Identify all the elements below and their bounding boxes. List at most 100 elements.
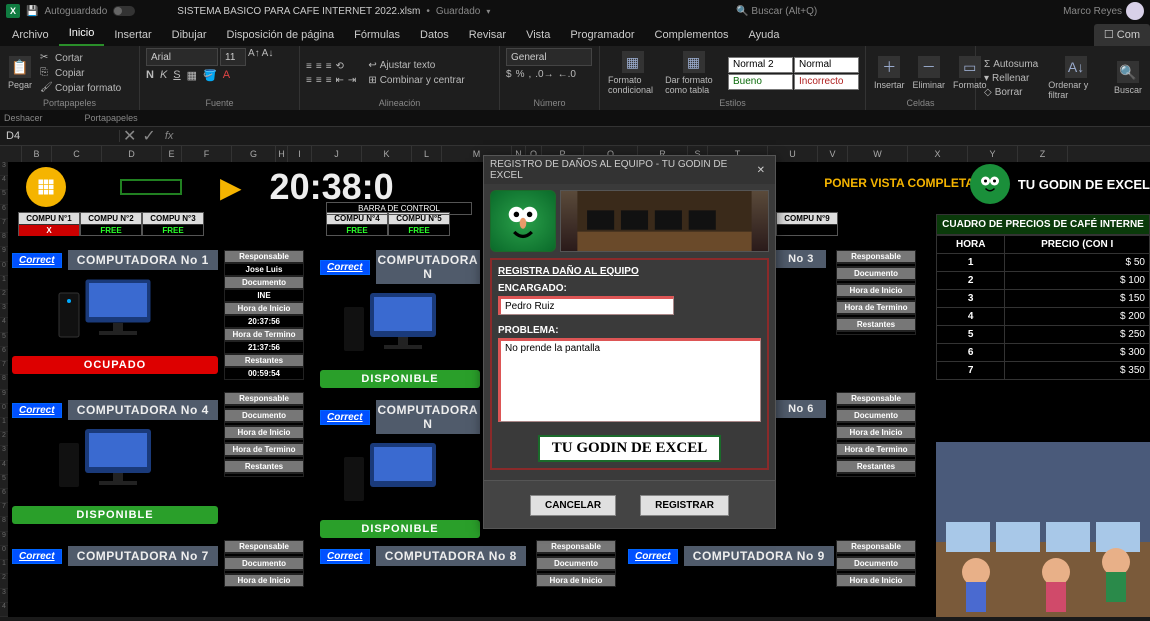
titlebar: X 💾 Autoguardado SISTEMA BASICO PARA CAF… [0,0,1150,22]
clipboard-launcher-label[interactable]: Portapapeles [85,113,138,123]
underline-button[interactable]: S [173,69,180,82]
pc-panel-3: No 3 [776,250,826,268]
tab-datos[interactable]: Datos [410,25,459,46]
cell-style-good[interactable]: Bueno [728,74,793,90]
copy-button[interactable]: ⎘Copiar [38,66,123,80]
excel-icon: X [6,4,20,18]
selection-indicator [120,179,182,195]
align-right-icon[interactable]: ≡ [326,75,332,86]
search-icon: 🔍 [1117,61,1139,83]
sort-filter-button[interactable]: A↓Ordenar y filtrar [1046,56,1106,100]
bold-button[interactable]: N [146,69,154,82]
paste-button[interactable]: 📋 Pegar [6,56,34,90]
dec-decimal-icon[interactable]: ←.0 [558,69,576,80]
tab-formulas[interactable]: Fórmulas [344,25,410,46]
correct-button-8[interactable]: Correct [320,549,370,564]
orientation-icon[interactable]: ⟲ [336,61,344,72]
pc7-side-info: Responsable Documento Hora de Inicio [224,540,304,587]
fx-accept-icon[interactable]: ✓ [139,126,158,146]
decrease-font-icon[interactable]: A↓ [262,48,274,66]
cell-style-bad[interactable]: Incorrecto [794,74,859,90]
increase-font-icon[interactable]: A↑ [248,48,260,66]
currency-icon[interactable]: $ [506,69,512,80]
control-bar-label: BARRA DE CONTROL [326,202,472,215]
user-avatar[interactable] [1126,2,1144,20]
play-button[interactable]: ▶ [220,171,242,204]
name-box[interactable]: D4 [0,130,120,142]
autosum-button[interactable]: Σ Autosuma [982,58,1040,71]
modal-close-button[interactable]: ✕ [753,165,769,176]
correct-button-2[interactable]: Correct [320,260,370,275]
indent-inc-icon[interactable]: ⇥ [348,75,356,86]
tab-dibujar[interactable]: Dibujar [162,25,217,46]
modal-logo [490,190,556,252]
insert-cells-button[interactable]: ＋Insertar [872,56,907,90]
damage-report-modal: REGISTRO DE DAÑOS AL EQUIPO - TU GODIN D… [483,155,776,529]
pc-image-5 [320,438,480,516]
format-painter-button[interactable]: 🖌Copiar formato [38,81,123,95]
font-size-select[interactable] [220,48,246,66]
autosave-toggle[interactable] [113,6,135,16]
number-format-select[interactable] [506,48,592,66]
problema-textarea[interactable] [498,338,761,422]
save-icon[interactable]: 💾 [26,6,38,17]
pc-panel-9: Correct COMPUTADORA No 9 [628,546,834,566]
cut-button[interactable]: ✂Cortar [38,51,123,65]
correct-button-4[interactable]: Correct [12,403,62,418]
correct-button-7[interactable]: Correct [12,549,62,564]
align-center-icon[interactable]: ≡ [316,75,322,86]
username: Marco Reyes [1063,6,1122,17]
tab-archivo[interactable]: Archivo [2,25,59,46]
delete-cells-button[interactable]: －Eliminar [911,56,948,90]
fill-color-button[interactable]: 🪣 [203,69,217,82]
align-bot-icon[interactable]: ≡ [326,61,332,72]
cell-style-normal2[interactable]: Normal 2 [728,57,793,73]
search-box[interactable]: 🔍 Buscar (Alt+Q) [627,6,927,17]
wrap-text-button[interactable]: ↩ Ajustar texto [366,59,466,72]
align-top-icon[interactable]: ≡ [306,61,312,72]
tab-revisar[interactable]: Revisar [459,25,516,46]
italic-button[interactable]: K [160,69,167,82]
pc-title-2: COMPUTADORA N [376,250,480,284]
conditional-format-button[interactable]: ▦Formato condicional [606,51,659,95]
sort-icon: A↓ [1065,56,1087,78]
border-button[interactable]: ▦ [187,69,197,82]
cell-style-normal[interactable]: Normal [794,57,859,73]
tab-complementos[interactable]: Complementos [645,25,739,46]
find-select-button[interactable]: 🔍Buscar [1112,61,1144,95]
cancel-button[interactable]: CANCELAR [530,495,616,516]
full-view-button[interactable]: PONER VISTA COMPLETA [824,176,974,190]
menu-button[interactable] [26,167,66,207]
percent-icon[interactable]: % [516,69,525,80]
comma-icon[interactable]: , [528,69,531,80]
merge-center-button[interactable]: ⊞ Combinar y centrar [366,74,466,87]
indent-dec-icon[interactable]: ⇤ [336,75,344,86]
brand-logo [970,164,1010,204]
font-name-select[interactable] [146,48,218,66]
tab-insertar[interactable]: Insertar [104,25,161,46]
price-row: 2$ 100 [937,272,1150,290]
register-button[interactable]: REGISTRAR [640,495,729,516]
tab-vista[interactable]: Vista [516,25,560,46]
correct-button-5[interactable]: Correct [320,410,370,425]
pc-title-4: COMPUTADORA No 4 [68,400,218,420]
correct-button-9[interactable]: Correct [628,549,678,564]
pc1-side-info: ResponsableJose Luis DocumentoINE Hora d… [224,250,304,380]
encargado-input[interactable] [498,296,674,315]
font-color-button[interactable]: A [223,69,230,82]
align-left-icon[interactable]: ≡ [306,75,312,86]
align-mid-icon[interactable]: ≡ [316,61,322,72]
clear-button[interactable]: ◇ Borrar [982,86,1040,99]
tab-programador[interactable]: Programador [560,25,644,46]
tab-inicio[interactable]: Inicio [59,23,105,46]
fx-cancel-icon[interactable]: ✕ [120,126,139,146]
comments-button[interactable]: ☐ Com [1094,24,1150,46]
correct-button-1[interactable]: Correct [12,253,62,268]
tab-disposicion[interactable]: Disposición de página [217,25,345,46]
pc3-side-info: Responsable Documento Hora de Inicio Hor… [836,250,916,335]
fx-icon[interactable]: fx [159,130,180,142]
tab-ayuda[interactable]: Ayuda [739,25,790,46]
fill-button[interactable]: ▾ Rellenar [982,72,1040,85]
format-as-table-button[interactable]: ▦Dar formato como tabla [663,51,724,95]
inc-decimal-icon[interactable]: .0→ [535,69,553,80]
